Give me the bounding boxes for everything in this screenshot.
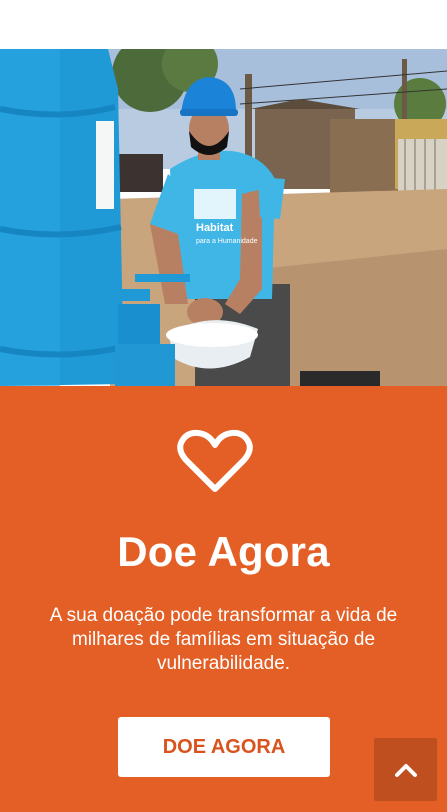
chevron-up-icon [394, 763, 417, 777]
shirt-logo-text: Habitat [196, 222, 234, 234]
hero-photo: Habitat para a Humanidade [0, 49, 447, 386]
section-description: A sua doação pode transformar a vida de … [49, 605, 398, 674]
donate-button[interactable]: DOE AGORA [118, 717, 330, 777]
section-title: Doe Agora [117, 528, 330, 575]
top-spacer [0, 0, 447, 49]
scroll-to-top-button[interactable] [374, 738, 437, 801]
shirt-logo-subtext: para a Humanidade [196, 238, 258, 245]
heart-icon [177, 429, 253, 492]
